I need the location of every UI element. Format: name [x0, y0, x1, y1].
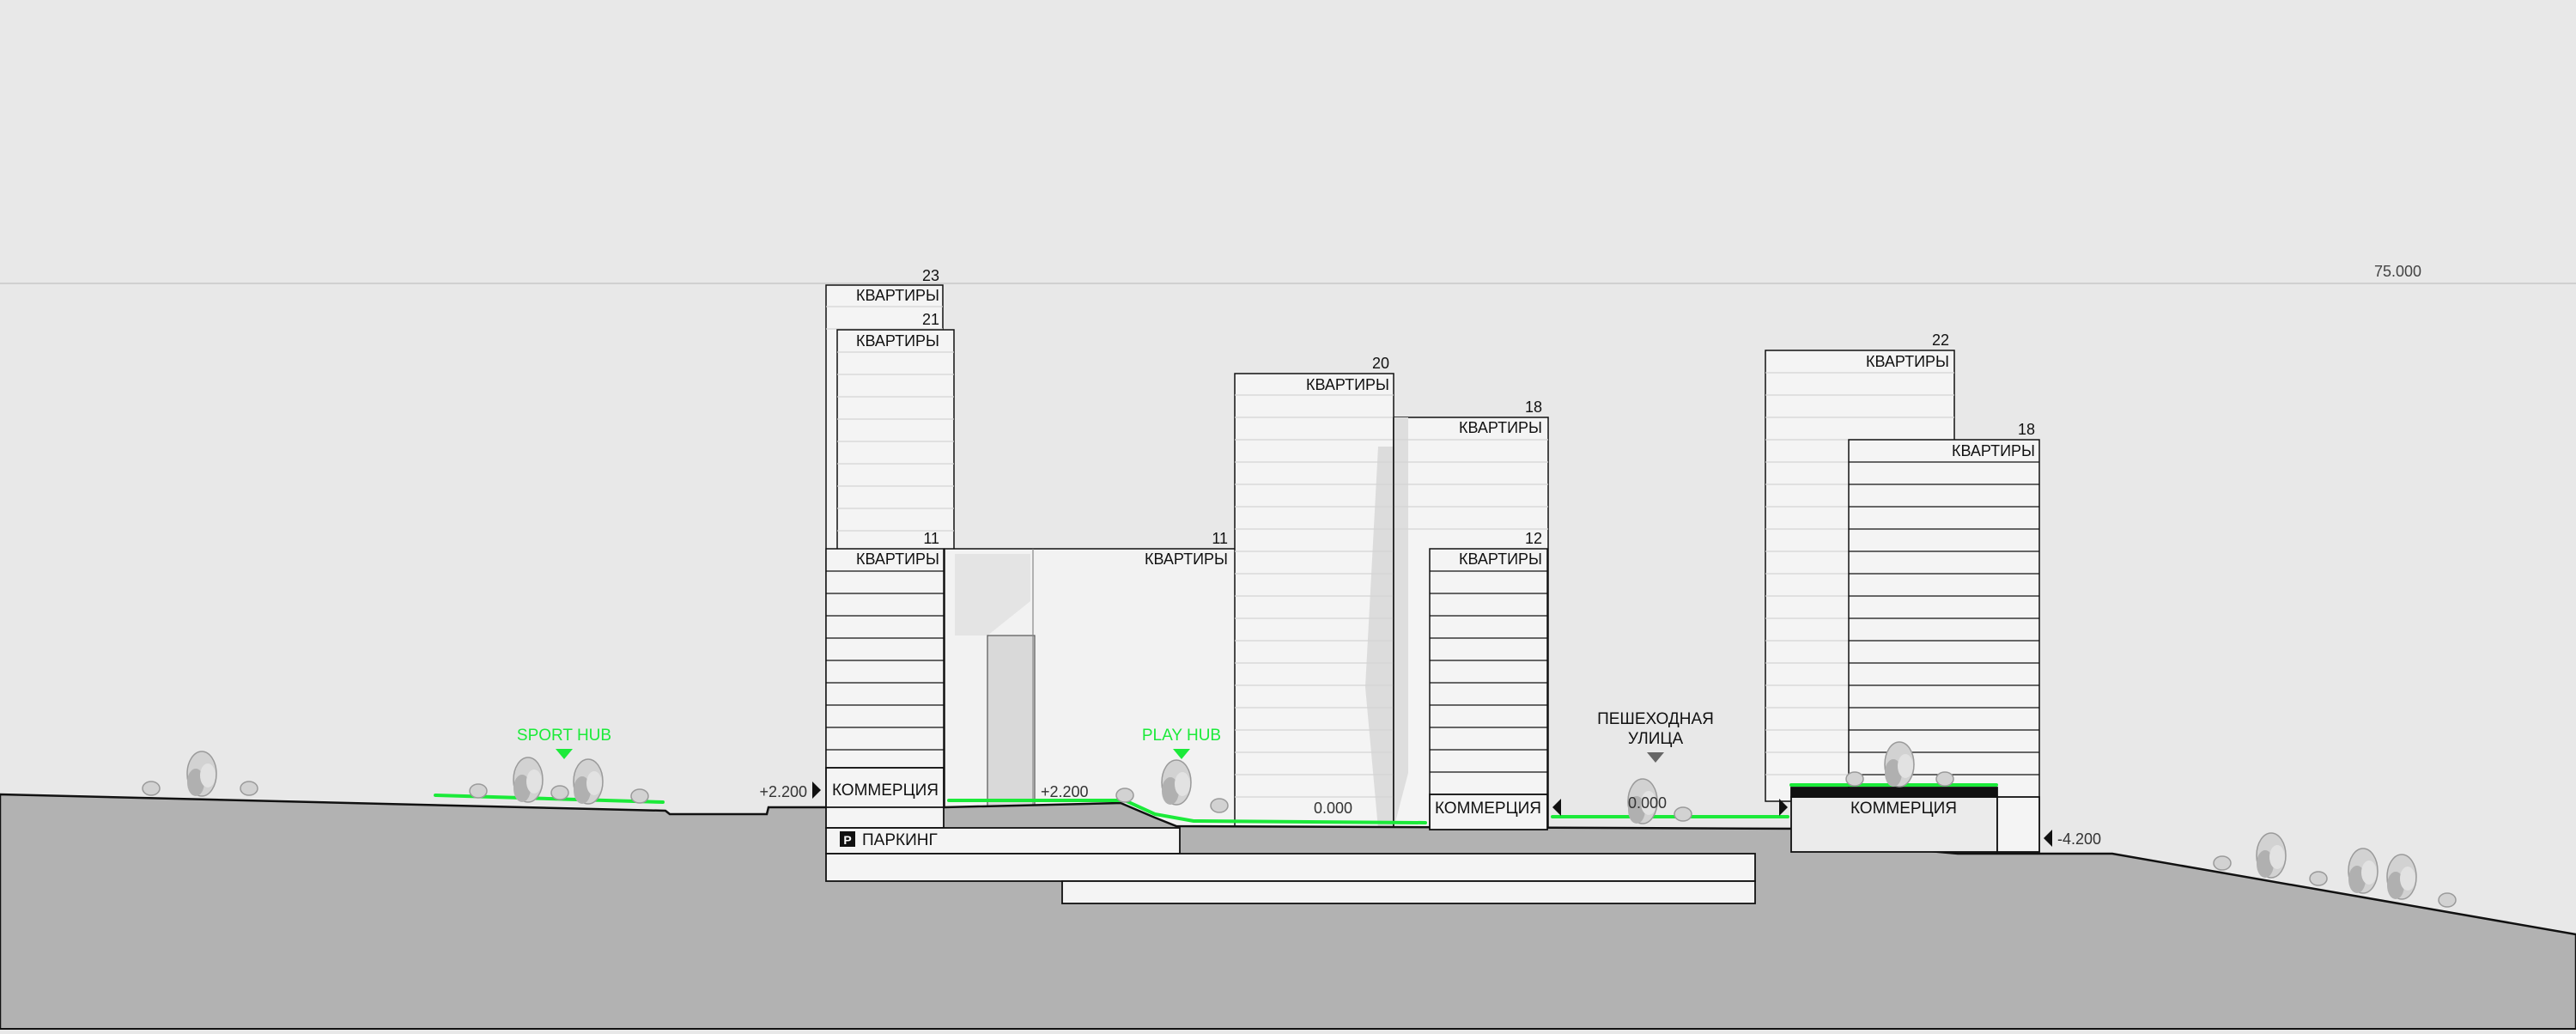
- floor-count: 21: [922, 311, 939, 328]
- section-drawing: 75.000 23 21 11 11 20 18 12 22 18 КВАРТИ…: [0, 0, 2576, 1031]
- block-a-low: [825, 548, 945, 769]
- block-mid: [944, 548, 1237, 830]
- sport-hub-label: SPORT HUB: [517, 727, 611, 745]
- tower-b: [1234, 373, 1394, 830]
- commerce-label: КОММЕРЦИЯ: [1850, 800, 1957, 818]
- level-mark-ground: 0.000: [1314, 800, 1352, 817]
- apartments-label: КВАРТИРЫ: [856, 287, 939, 304]
- level-mark-courtyard: +2.200: [1041, 783, 1089, 800]
- parking-level-2: [825, 853, 1756, 882]
- parking-level-3: [1061, 880, 1756, 904]
- level-mark-street: 0.000: [1628, 794, 1667, 812]
- floor-count: 18: [1525, 398, 1542, 416]
- floor-count: 11: [923, 530, 939, 547]
- floor-count: 23: [922, 267, 939, 284]
- apartments-label: КВАРТИРЫ: [1306, 376, 1389, 393]
- floor-count: 20: [1372, 355, 1389, 372]
- street-label-line2: УЛИЦА: [1628, 730, 1684, 748]
- lower-commerce-side: [1996, 796, 2040, 853]
- floor-count: 11: [1212, 530, 1228, 547]
- block-c-low: [1429, 548, 1548, 795]
- apartments-label: КВАРТИРЫ: [1952, 442, 2035, 459]
- apartments-label: КВАРТИРЫ: [1145, 550, 1228, 568]
- commerce-label: КОММЕРЦИЯ: [832, 782, 939, 800]
- apartments-label: КВАРТИРЫ: [856, 332, 939, 350]
- apartments-label: КВАРТИРЫ: [1459, 550, 1542, 568]
- play-hub-label: PLAY HUB: [1142, 727, 1221, 745]
- height-line-label: 75.000: [2374, 263, 2421, 280]
- level-mark-lower: -4.200: [2057, 830, 2101, 848]
- floor-count: 12: [1525, 530, 1542, 547]
- apartments-label: КВАРТИРЫ: [1459, 419, 1542, 436]
- apartments-label: КВАРТИРЫ: [1866, 353, 1949, 370]
- parking-icon-letter: P: [843, 833, 851, 847]
- floor-count: 18: [2018, 421, 2035, 438]
- apartments-label: КВАРТИРЫ: [856, 550, 939, 568]
- parking-label: ПАРКИНГ: [862, 831, 938, 849]
- level-mark-left: +2.200: [759, 783, 807, 800]
- floor-count: 22: [1932, 331, 1949, 349]
- commerce-label: КОММЕРЦИЯ: [1435, 800, 1541, 818]
- roof-slab: [1790, 787, 1998, 798]
- street-label-line1: ПЕШЕХОДНАЯ: [1597, 710, 1714, 728]
